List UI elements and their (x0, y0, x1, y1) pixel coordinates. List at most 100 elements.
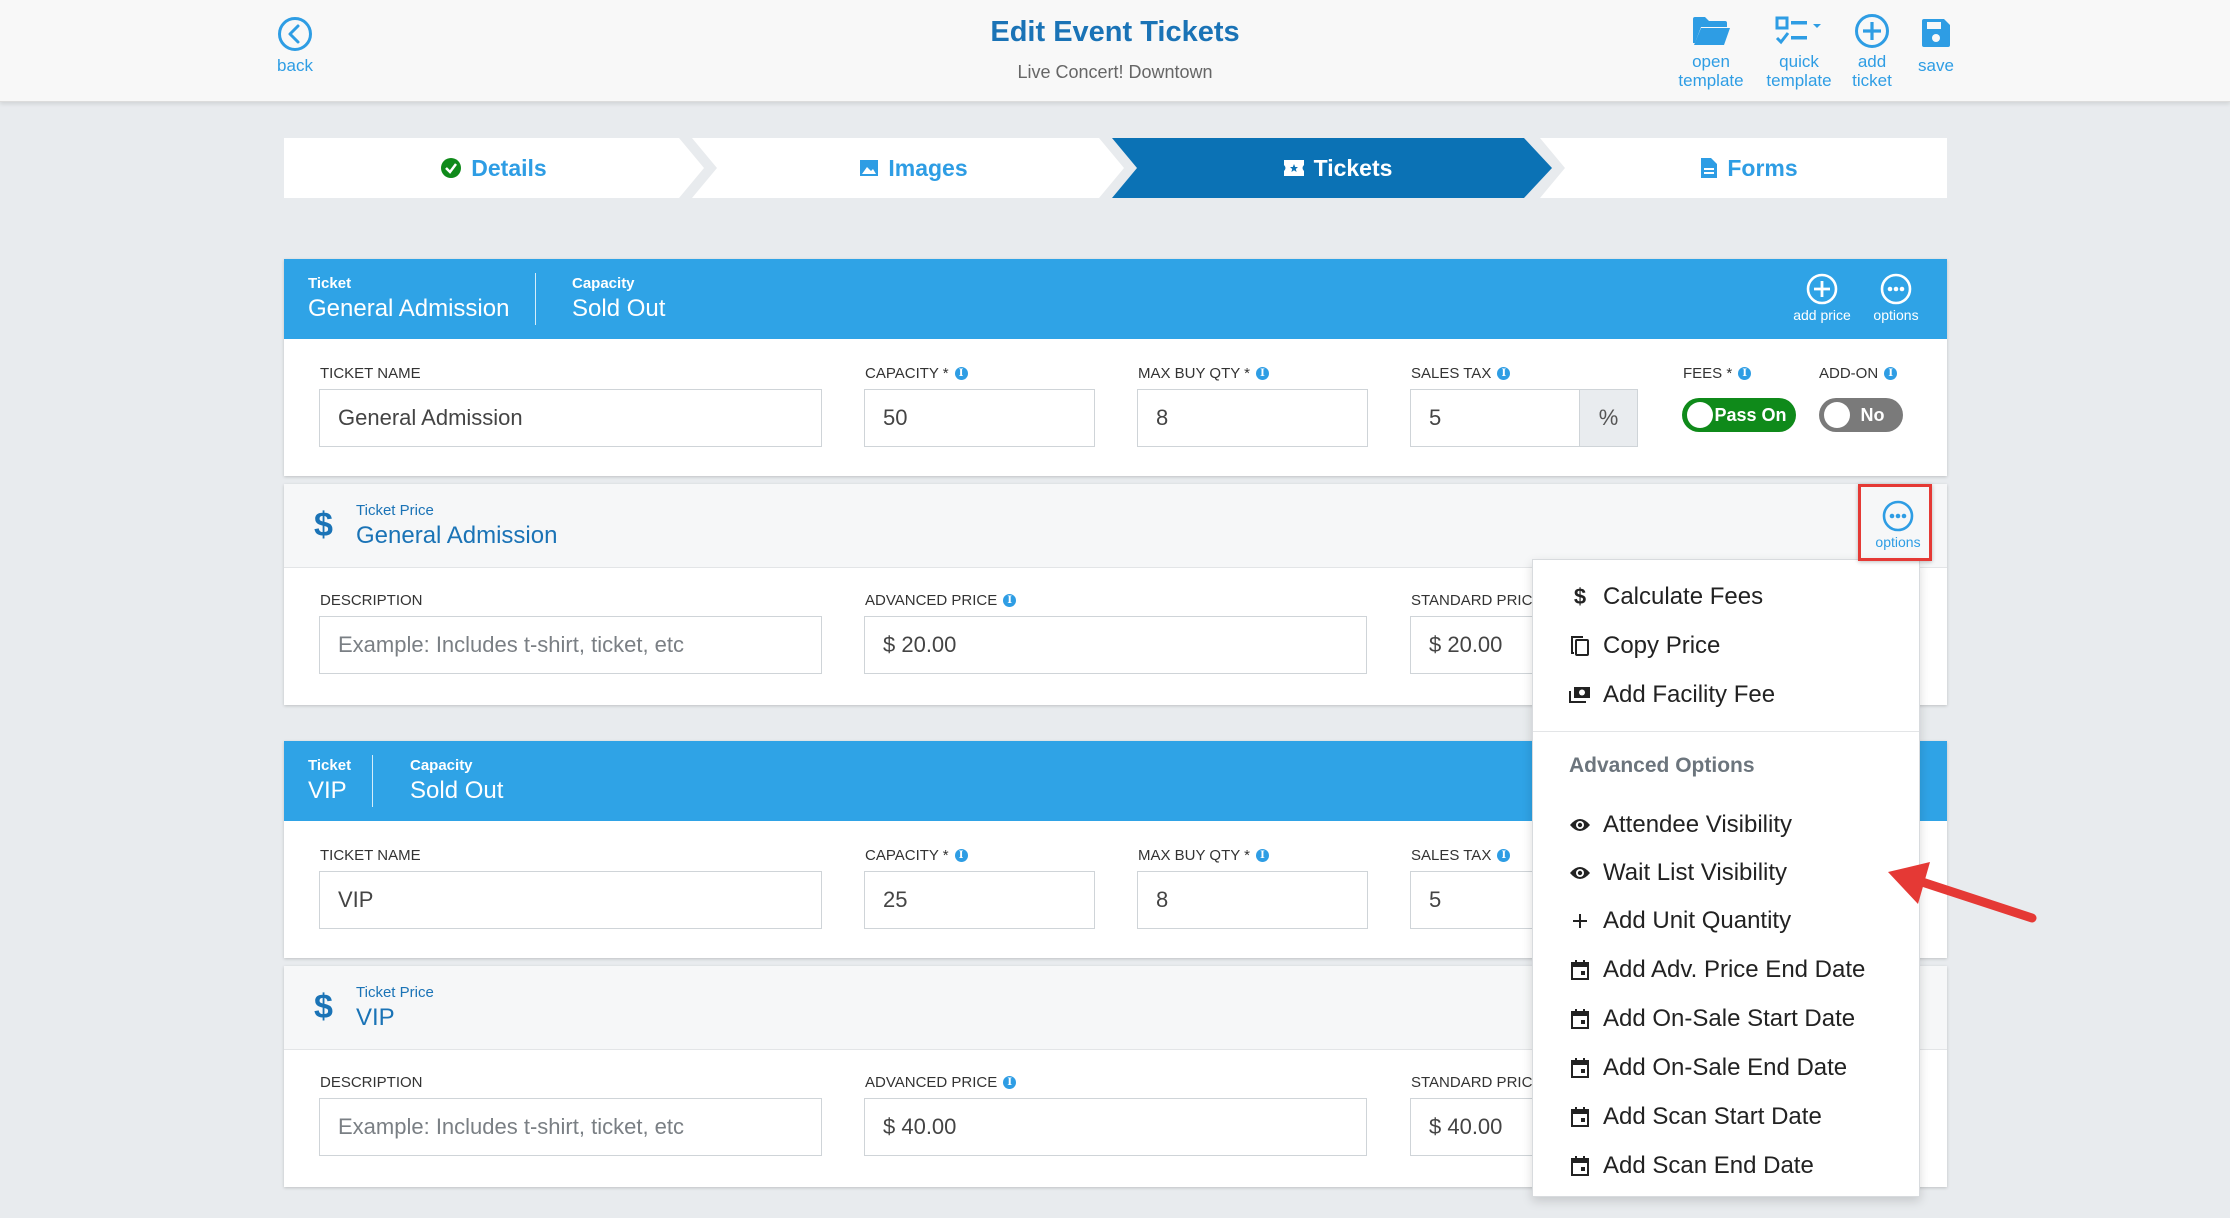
description-label: DESCRIPTION (320, 1074, 423, 1091)
ticket-name-input[interactable]: VIP (319, 871, 822, 929)
step-details-label: Details (471, 154, 547, 181)
info-icon[interactable]: i (1497, 367, 1511, 380)
step-tickets[interactable]: Tickets (1124, 138, 1552, 198)
check-circle-icon (441, 158, 462, 178)
menu-item-calculate-fees[interactable]: $ Calculate Fees (1569, 577, 1763, 617)
menu-item-label: Copy Price (1603, 632, 1721, 659)
capacity-label: CAPACITY * i (865, 365, 968, 382)
add-ticket-button[interactable]: add ticket (1847, 10, 1897, 90)
capacity-key: Capacity (410, 757, 473, 774)
info-icon[interactable]: i (954, 367, 968, 380)
capacity-input[interactable]: 25 (864, 871, 1095, 929)
toggle-knob (1824, 402, 1850, 428)
options-menu: $ Calculate Fees Copy Price Add Facility… (1532, 559, 1920, 1197)
step-forms-label: Forms (1727, 154, 1798, 181)
dollar-icon: $ (314, 506, 333, 544)
ticket-options-button[interactable]: options (1868, 271, 1924, 323)
ticket-key: Ticket (308, 275, 352, 292)
ticket-value: VIP (308, 777, 347, 804)
menu-item-label: Wait List Visibility (1603, 859, 1788, 886)
info-icon[interactable]: i (1497, 849, 1511, 862)
info-icon[interactable]: i (1884, 367, 1898, 380)
floppy-disk-icon (1912, 10, 1960, 56)
ticket-key: Ticket (308, 757, 352, 774)
add-price-button[interactable]: add price (1790, 271, 1854, 323)
advanced-options-heading: Advanced Options (1569, 754, 1755, 777)
menu-item-add-on-sale-end-date[interactable]: Add On-Sale End Date (1569, 1048, 1847, 1088)
ticket-name-input[interactable]: General Admission (319, 389, 822, 447)
money-icon (1569, 686, 1591, 704)
image-icon (860, 159, 879, 177)
dollar-icon: $ (314, 988, 333, 1026)
menu-item-add-on-sale-start-date[interactable]: Add On-Sale Start Date (1569, 999, 1855, 1039)
info-icon[interactable]: i (1255, 849, 1269, 862)
header-divider (535, 273, 536, 325)
menu-item-add-scan-start-date[interactable]: Add Scan Start Date (1569, 1097, 1822, 1137)
sales-tax-label: SALES TAX i (1411, 847, 1511, 864)
info-icon[interactable]: i (954, 849, 968, 862)
plus-circle-icon (1790, 271, 1854, 307)
info-icon[interactable]: i (1255, 367, 1269, 380)
description-label: DESCRIPTION (320, 592, 423, 609)
step-details[interactable]: Details (284, 138, 704, 198)
open-template-button[interactable]: open template (1675, 10, 1747, 90)
menu-item-attendee-visibility[interactable]: Attendee Visibility (1569, 805, 1792, 845)
step-images[interactable]: Images (704, 138, 1124, 198)
ticket-header: Ticket General Admission Capacity Sold O… (284, 259, 1947, 339)
advanced-price-input[interactable]: $ 20.00 (864, 616, 1367, 674)
checklist-icon (1760, 10, 1838, 52)
ticket-name-label: TICKET NAME (320, 365, 421, 382)
eye-icon (1569, 818, 1591, 832)
standard-price-label: STANDARD PRICE (1411, 592, 1543, 609)
ticket-name-label: TICKET NAME (320, 847, 421, 864)
price-key: Ticket Price (356, 984, 434, 1001)
menu-item-label: Attendee Visibility (1603, 811, 1792, 838)
calendar-icon (1569, 1009, 1591, 1029)
add-ticket-label-2: ticket (1852, 71, 1892, 90)
sales-tax-input[interactable]: 5 (1410, 389, 1580, 447)
fees-toggle[interactable]: Pass On (1682, 398, 1796, 432)
advanced-price-input[interactable]: $ 40.00 (864, 1098, 1367, 1156)
menu-item-wait-list-visibility[interactable]: Wait List Visibility (1569, 853, 1787, 893)
addon-label-text: ADD-ON (1819, 365, 1879, 382)
addon-toggle[interactable]: No (1819, 398, 1903, 432)
menu-item-add-unit-quantity[interactable]: Add Unit Quantity (1569, 901, 1791, 941)
menu-item-label: Add Facility Fee (1603, 681, 1776, 708)
info-icon[interactable]: i (1003, 1076, 1017, 1089)
max-buy-label-text: MAX BUY QTY * (1138, 365, 1250, 382)
description-input[interactable]: Example: Includes t-shirt, ticket, etc (319, 1098, 822, 1156)
standard-price-label: STANDARD PRICE (1411, 1074, 1543, 1091)
step-images-label: Images (888, 154, 968, 181)
menu-item-add-facility-fee[interactable]: Add Facility Fee (1569, 675, 1775, 715)
menu-item-copy-price[interactable]: Copy Price (1569, 626, 1720, 666)
info-icon[interactable]: i (1738, 367, 1752, 380)
advanced-price-label-text: ADVANCED PRICE (865, 592, 998, 609)
plus-icon (1569, 913, 1591, 929)
max-buy-input[interactable]: 8 (1137, 871, 1368, 929)
ticket-icon (1283, 160, 1304, 176)
top-bar: back Edit Event Tickets Live Concert! Do… (0, 0, 2230, 102)
capacity-value: Sold Out (572, 295, 666, 322)
eye-icon (1569, 866, 1591, 880)
advanced-price-label-text: ADVANCED PRICE (865, 1074, 998, 1091)
menu-item-add-adv-price-end-date[interactable]: Add Adv. Price End Date (1569, 950, 1865, 990)
max-buy-input[interactable]: 8 (1137, 389, 1368, 447)
copy-icon (1569, 635, 1591, 657)
menu-item-label: Add Scan Start Date (1603, 1103, 1822, 1130)
description-input[interactable]: Example: Includes t-shirt, ticket, etc (319, 616, 822, 674)
header-divider (372, 755, 373, 807)
ticket-options-label: options (1873, 307, 1919, 323)
menu-item-label: Add On-Sale Start Date (1603, 1005, 1856, 1032)
price-header: $ Ticket Price General Admission options (284, 484, 1947, 568)
step-forms[interactable]: Forms (1552, 138, 1947, 198)
quick-template-button[interactable]: quick template (1760, 10, 1838, 90)
calendar-icon (1569, 960, 1591, 980)
info-icon[interactable]: i (1003, 594, 1017, 607)
save-button[interactable]: save (1912, 10, 1960, 75)
capacity-input[interactable]: 50 (864, 389, 1095, 447)
highlight-box (1858, 484, 1932, 561)
menu-item-add-scan-end-date[interactable]: Add Scan End Date (1569, 1146, 1814, 1186)
document-icon (1701, 158, 1718, 178)
calendar-icon (1569, 1156, 1591, 1176)
more-horizontal-circle-icon (1868, 271, 1924, 307)
